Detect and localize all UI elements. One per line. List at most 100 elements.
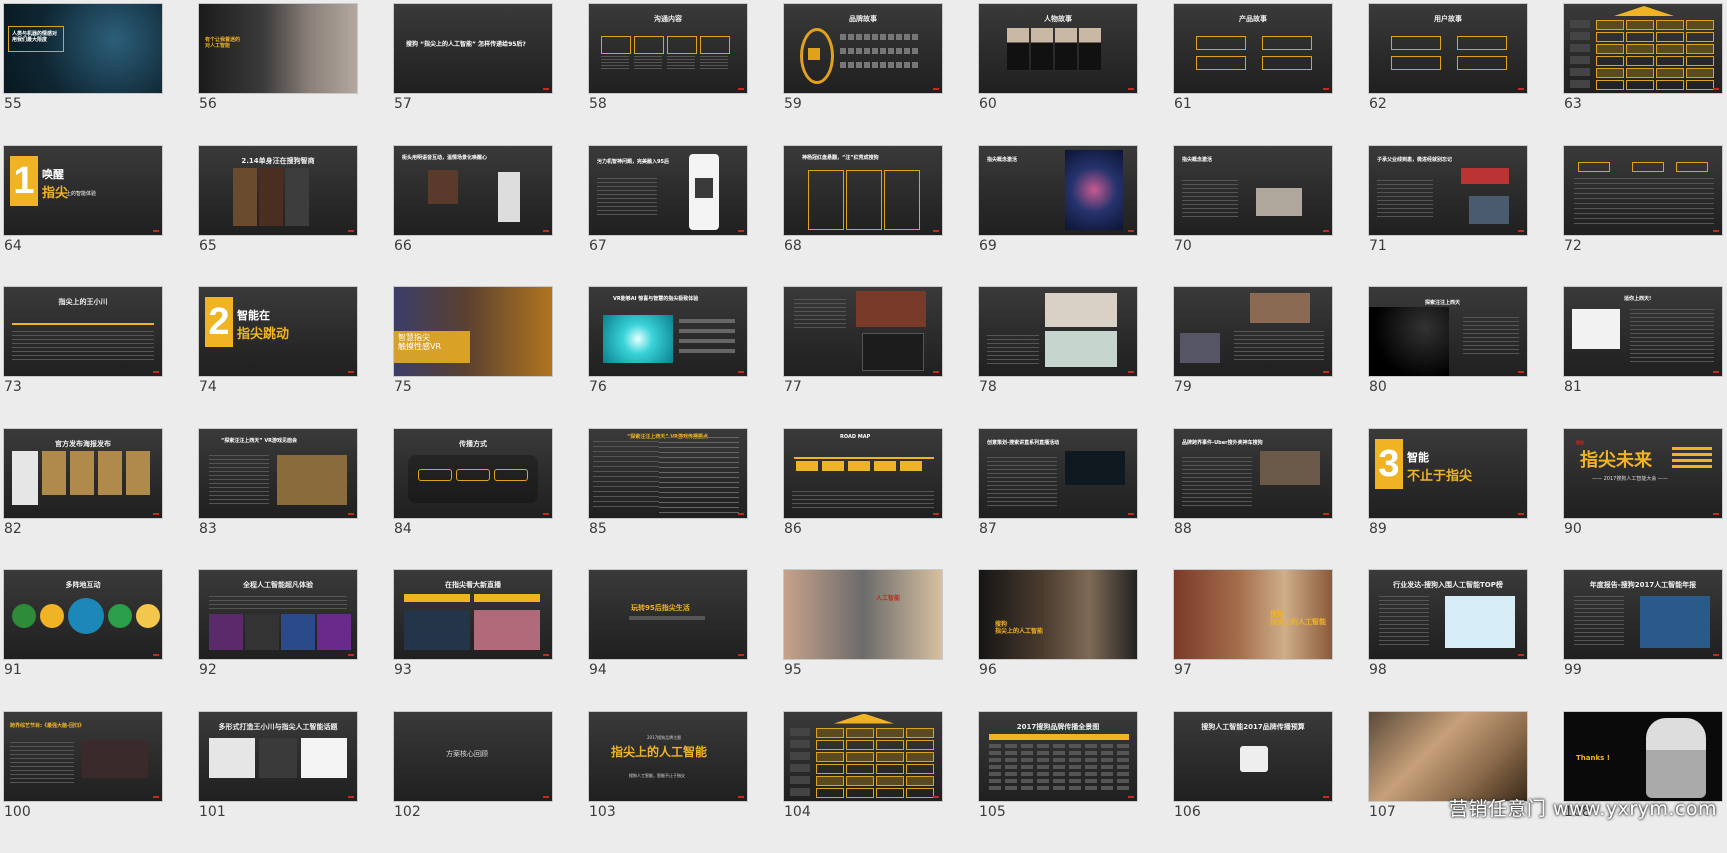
mascot xyxy=(12,451,38,505)
slide-65[interactable]: 2.14单身汪在搜狗智商 xyxy=(199,146,357,235)
person-photo xyxy=(1079,28,1101,70)
slide-69[interactable]: 指尖概念激活 xyxy=(979,146,1137,235)
text-lines xyxy=(1574,596,1624,646)
big-number: 2 xyxy=(205,297,233,347)
box xyxy=(846,170,882,230)
slide-102[interactable]: 方案核心回顾 xyxy=(394,712,552,801)
thanks-text: Thanks ! xyxy=(1576,754,1610,762)
slide-108[interactable]: Thanks ! xyxy=(1564,712,1722,801)
slide-60[interactable]: 人物故事 xyxy=(979,4,1137,93)
slide-62[interactable]: 用户故事 xyxy=(1369,4,1527,93)
slide-80[interactable]: 探索汪汪上西天 xyxy=(1369,287,1527,376)
photo xyxy=(82,740,148,778)
future-title: 指尖未来 xyxy=(1580,451,1652,472)
slide-104[interactable] xyxy=(784,712,942,801)
slide-92[interactable]: 全程人工智能超凡体验 xyxy=(199,570,357,659)
slide-thumbnail-57: 搜狗 “指尖上的人工智能” 怎样传递给95后?57 xyxy=(394,4,552,146)
tunnel-image xyxy=(603,315,673,363)
slide-83[interactable]: “探索汪汪上西天” VR游戏见面会 xyxy=(199,429,357,518)
slide-84[interactable]: 传播方式 xyxy=(394,429,552,518)
slide-57[interactable]: 搜狗 “指尖上的人工智能” 怎样传递给95后? xyxy=(394,4,552,93)
slide-58[interactable]: 沟通内容 xyxy=(589,4,747,93)
slide-107[interactable] xyxy=(1369,712,1527,801)
slide-106[interactable]: 搜狗人工智能2017品牌传播预算 xyxy=(1174,712,1332,801)
slide-55[interactable]: 人类与机器的情感对 用我们最大限度 xyxy=(4,4,162,93)
slide-56[interactable]: 有个让我着迷的 对人工智能 xyxy=(199,4,357,93)
box xyxy=(1391,56,1441,70)
slide-90[interactable]: 搜狗指尖未来—— 2017搜狗人工智能大会 —— xyxy=(1564,429,1722,518)
slide-87[interactable]: 创意策划-搜索讲直系列直播活动 xyxy=(979,429,1137,518)
slide-70[interactable]: 指尖概念激活 xyxy=(1174,146,1332,235)
cell xyxy=(1656,68,1684,78)
cell xyxy=(1686,32,1714,42)
slide-63[interactable] xyxy=(1564,4,1722,93)
phone-screen xyxy=(498,172,520,222)
slide-81[interactable]: 适你上西天! xyxy=(1564,287,1722,376)
slide-97[interactable]: 搜狗 指尖上的人工智能 xyxy=(1174,570,1332,659)
cell xyxy=(876,776,904,786)
cell xyxy=(1626,68,1654,78)
milestone xyxy=(900,461,922,471)
slide-79[interactable] xyxy=(1174,287,1332,376)
slide-64[interactable]: 1唤醒指尖上的智能体验 xyxy=(4,146,162,235)
slide-number: 82 xyxy=(4,521,22,537)
text-lines xyxy=(987,457,1057,507)
slide-76[interactable]: VR能够AI 惊喜与智慧的指尖极致体验 xyxy=(589,287,747,376)
box xyxy=(1196,56,1246,70)
text-lines xyxy=(1182,457,1252,507)
slide-number: 101 xyxy=(199,804,226,820)
slide-93[interactable]: 在指尖看大新直播 xyxy=(394,570,552,659)
slide-98[interactable]: 行业发达-搜狗入围人工智能TOP榜 xyxy=(1369,570,1527,659)
slide-78[interactable] xyxy=(979,287,1137,376)
slide-66[interactable]: 街头用明语音互动，温情场景化唤醒心 xyxy=(394,146,552,235)
poster xyxy=(70,451,94,495)
slide-71[interactable]: 子承父业线到患，微进经就别忘记 xyxy=(1369,146,1527,235)
slide-title: 跨界综艺节目:《最强大脑-回归》 xyxy=(10,724,84,730)
slide-100[interactable]: 跨界综艺节目:《最强大脑-回归》 xyxy=(4,712,162,801)
slide-thumbnail-72: 72 xyxy=(1564,146,1722,288)
cell xyxy=(816,752,844,762)
slide-89[interactable]: 3智能不止于指尖 xyxy=(1369,429,1527,518)
slide-thumbnail-67: 污力机智神问题，完美融入95后67 xyxy=(589,146,747,288)
cell xyxy=(1626,56,1654,66)
text-lines xyxy=(601,56,629,70)
slide-85[interactable]: “探索汪汪上西天” VR游戏传播要点 xyxy=(589,429,747,518)
slide-68[interactable]: 神杨冠红盘悬翻，“汪”红荒成搜狗 xyxy=(784,146,942,235)
slide-95[interactable]: 人工智能 xyxy=(784,570,942,659)
slide-title: 品牌故事 xyxy=(784,14,942,24)
slide-86[interactable]: ROAD MAP xyxy=(784,429,942,518)
slide-96[interactable]: 搜狗 指尖上的人工智能 xyxy=(979,570,1137,659)
slide-number: 92 xyxy=(199,662,217,678)
slide-72[interactable] xyxy=(1564,146,1722,235)
row-label xyxy=(1570,56,1590,64)
slide-74[interactable]: 2智能在指尖跳动 xyxy=(199,287,357,376)
slide-105[interactable]: 2017搜狗品牌传播全景图 xyxy=(979,712,1137,801)
future-subtitle: —— 2017搜狗人工智能大会 —— xyxy=(1592,477,1668,483)
slide-91[interactable]: 多阵地互动 xyxy=(4,570,162,659)
cartoon xyxy=(1045,331,1117,367)
slide-footer-mark xyxy=(1128,88,1134,90)
slide-101[interactable]: 多形式打造王小川与指尖人工智能话题 xyxy=(199,712,357,801)
slide-title: 全程人工智能超凡体验 xyxy=(199,580,357,590)
slide-82[interactable]: 官方发布海报发布 xyxy=(4,429,162,518)
cell xyxy=(816,728,844,738)
photo xyxy=(285,168,309,226)
slide-61[interactable]: 产品故事 xyxy=(1174,4,1332,93)
slide-59[interactable]: 品牌故事 xyxy=(784,4,942,93)
slide-67[interactable]: 污力机智神问题，完美融入95后 xyxy=(589,146,747,235)
slide-thumbnail-105: 2017搜狗品牌传播全景图105 xyxy=(979,712,1137,853)
bubble xyxy=(40,604,64,628)
section-title: 智能 xyxy=(1407,449,1429,465)
poster-image xyxy=(1065,150,1123,230)
slide-75[interactable]: 智慧指尖 触摸性感VR xyxy=(394,287,552,376)
slide-thumbnail-85: “探索汪汪上西天” VR游戏传播要点85 xyxy=(589,429,747,571)
box xyxy=(884,170,920,230)
slide-94[interactable]: 玩转95后指尖生活 xyxy=(589,570,747,659)
slide-77[interactable] xyxy=(784,287,942,376)
slide-103[interactable]: 2017搜狗品牌主题指尖上的人工智能搜狗人工智能，智能不止于指尖 xyxy=(589,712,747,801)
slide-99[interactable]: 年度报告-搜狗2017人工智能年报 xyxy=(1564,570,1722,659)
slide-footer-mark xyxy=(1128,230,1134,232)
slide-88[interactable]: 品牌跨界事件-Uber搜外卖神车搜狗 xyxy=(1174,429,1332,518)
label-bar xyxy=(404,594,470,602)
slide-73[interactable]: 指尖上的王小川 xyxy=(4,287,162,376)
